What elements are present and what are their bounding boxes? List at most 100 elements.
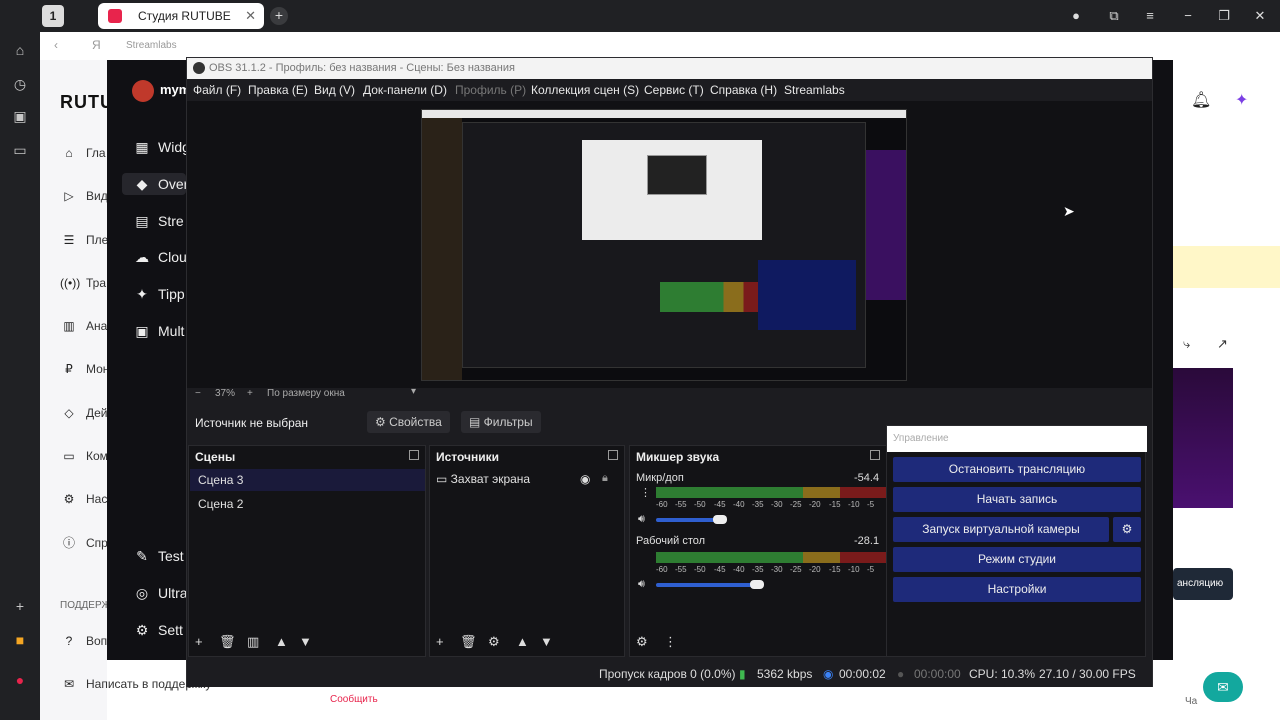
mixer-menu-icon[interactable]: ⋮: [664, 634, 677, 650]
gear-icon: ⚙: [375, 415, 390, 429]
volume-knob[interactable]: [713, 515, 727, 524]
screenshot-icon[interactable]: ▭: [10, 140, 30, 160]
undock-icon[interactable]: [608, 450, 618, 460]
tab-close-icon[interactable]: ✕: [245, 3, 256, 29]
profile-avatar-icon[interactable]: ●: [1068, 8, 1084, 24]
app-shortcut-icon-2[interactable]: ●: [10, 670, 30, 690]
close-window-icon[interactable]: ✕: [1252, 8, 1268, 24]
streamlabs-nav-item[interactable]: ▦ Widg: [132, 136, 190, 158]
channel-menu-icon[interactable]: ⋮: [640, 486, 651, 499]
nav-icon: ▥: [63, 319, 75, 333]
streamlabs-nav-item[interactable]: ◆ Over: [122, 173, 188, 195]
mouse-cursor-icon: ➤: [1063, 203, 1075, 219]
tab-studio-rutube[interactable]: Студия RUTUBE ✕: [98, 3, 264, 29]
menu-item[interactable]: Сервис (T): [644, 79, 704, 101]
nav-icon: ✎: [136, 548, 148, 564]
speaker-icon[interactable]: 🔊︎: [638, 513, 645, 526]
add-panel-icon[interactable]: +: [10, 596, 30, 616]
app-shortcut-icon[interactable]: ■: [10, 630, 30, 650]
advanced-audio-icon[interactable]: ⚙: [636, 634, 648, 650]
nav-icon: ⚙: [135, 622, 149, 638]
maximize-icon[interactable]: ❐: [1216, 8, 1232, 24]
move-up-icon[interactable]: ▲: [275, 634, 288, 649]
share-icon[interactable]: ⤷: [1183, 336, 1190, 352]
streamlabs-nav-item[interactable]: ▤ Stre: [132, 210, 183, 232]
start-recording-button[interactable]: Начать запись: [893, 487, 1141, 512]
sources-title: Источники: [436, 450, 500, 464]
volume-slider[interactable]: [656, 583, 757, 587]
menu-item[interactable]: Вид (V): [314, 79, 355, 101]
move-down-icon[interactable]: ▼: [540, 634, 553, 649]
meter-tick-label: -35: [752, 500, 764, 509]
visibility-eye-icon[interactable]: ◉: [580, 472, 590, 486]
yandex-icon[interactable]: Я: [92, 38, 101, 52]
zoom-mode-select[interactable]: По размеру окна: [267, 388, 345, 399]
volume-slider[interactable]: [656, 518, 720, 522]
nav-icon: ◆: [136, 176, 148, 192]
streamlabs-nav-item[interactable]: ▣ Mult: [132, 320, 184, 342]
virtual-camera-button[interactable]: Запуск виртуальной камеры: [893, 517, 1109, 542]
tab-group-number[interactable]: 1: [42, 5, 64, 27]
address-bar[interactable]: ‹ Я Streamlabs: [40, 32, 1280, 60]
extensions-icon[interactable]: ⧉: [1106, 8, 1122, 24]
history-icon[interactable]: ◷: [10, 74, 30, 94]
back-icon[interactable]: ‹: [54, 38, 58, 52]
nav-icon: ◎: [135, 585, 149, 601]
undock-icon[interactable]: [870, 450, 880, 460]
streamlabs-nav-item[interactable]: ◎ Ultra: [132, 582, 188, 604]
add-icon[interactable]: +: [436, 634, 444, 649]
volume-knob[interactable]: [750, 580, 764, 589]
menu-item[interactable]: Коллекция сцен (S): [531, 79, 639, 101]
move-up-icon[interactable]: ▲: [516, 634, 529, 649]
bird-logo-icon[interactable]: ✦: [1235, 90, 1248, 110]
bell-icon[interactable]: 🔔︎: [1191, 90, 1211, 110]
streamlabs-nav-item[interactable]: ✦ Tipp: [132, 283, 185, 305]
tab1-icon[interactable]: ▣: [10, 106, 30, 126]
bookmarks-icon[interactable]: ⌂: [10, 40, 30, 60]
speaker-icon[interactable]: 🔊︎: [638, 578, 645, 591]
filters-button[interactable]: ▤ Фильтры: [461, 411, 541, 433]
properties-button[interactable]: ⚙ Свойства: [367, 411, 450, 433]
menu-item[interactable]: Правка (E): [248, 79, 308, 101]
source-item[interactable]: ▭ Захват экрана: [436, 472, 530, 486]
obs-preview-area[interactable]: ➤: [187, 101, 1152, 388]
chat-bubble-icon[interactable]: ✉: [1203, 672, 1243, 702]
menu-item[interactable]: Док-панели (D): [363, 79, 447, 101]
menu-icon[interactable]: ≡: [1142, 8, 1158, 24]
undock-icon[interactable]: [409, 450, 419, 460]
menu-item[interactable]: Справка (H): [710, 79, 777, 101]
meter-tick-label: -30: [771, 500, 783, 509]
chevron-down-icon[interactable]: ▾: [411, 386, 416, 397]
lock-icon[interactable]: 🔒︎: [602, 472, 608, 485]
studio-mode-button[interactable]: Режим студии: [893, 547, 1141, 572]
new-tab-button[interactable]: +: [270, 7, 288, 25]
trash-icon[interactable]: 🗑︎: [219, 634, 236, 650]
trash-icon[interactable]: 🗑︎: [460, 634, 477, 650]
settings-button[interactable]: Настройки: [893, 577, 1141, 602]
scene-item[interactable]: Сцена 3: [190, 469, 425, 491]
add-icon[interactable]: +: [195, 634, 203, 649]
menu-item[interactable]: Streamlabs: [784, 79, 845, 101]
scene-item[interactable]: Сцена 2: [190, 493, 425, 515]
gear-icon[interactable]: ⚙: [488, 634, 500, 650]
zoom-out-button[interactable]: −: [195, 388, 201, 399]
streamlabs-nav-item[interactable]: ☁ Clou: [132, 246, 187, 268]
zoom-in-button[interactable]: +: [247, 388, 253, 399]
user-avatar[interactable]: [132, 80, 154, 102]
record-time: 00:00:00: [914, 667, 961, 681]
minimize-icon[interactable]: −: [1180, 8, 1196, 24]
report-link[interactable]: Сообщить: [330, 694, 378, 705]
stop-stream-button[interactable]: Остановить трансляцию: [893, 457, 1141, 482]
filters-icon[interactable]: ▥: [247, 634, 259, 650]
nav-icon: ((•)): [60, 276, 81, 290]
streamlabs-nav-item[interactable]: ✎ Test: [132, 545, 184, 567]
menu-item[interactable]: Файл (F): [193, 79, 241, 101]
menu-item[interactable]: Профиль (P): [455, 79, 526, 101]
filters-label: Фильтры: [483, 415, 533, 429]
rutube-logo[interactable]: RUTU: [60, 92, 114, 113]
open-external-icon[interactable]: ↗: [1217, 336, 1228, 352]
stream-button[interactable]: ансляцию: [1173, 568, 1233, 600]
move-down-icon[interactable]: ▼: [299, 634, 312, 649]
virtual-camera-settings-icon[interactable]: ⚙: [1113, 517, 1141, 542]
streamlabs-nav-item[interactable]: ⚙ Sett: [132, 619, 183, 641]
